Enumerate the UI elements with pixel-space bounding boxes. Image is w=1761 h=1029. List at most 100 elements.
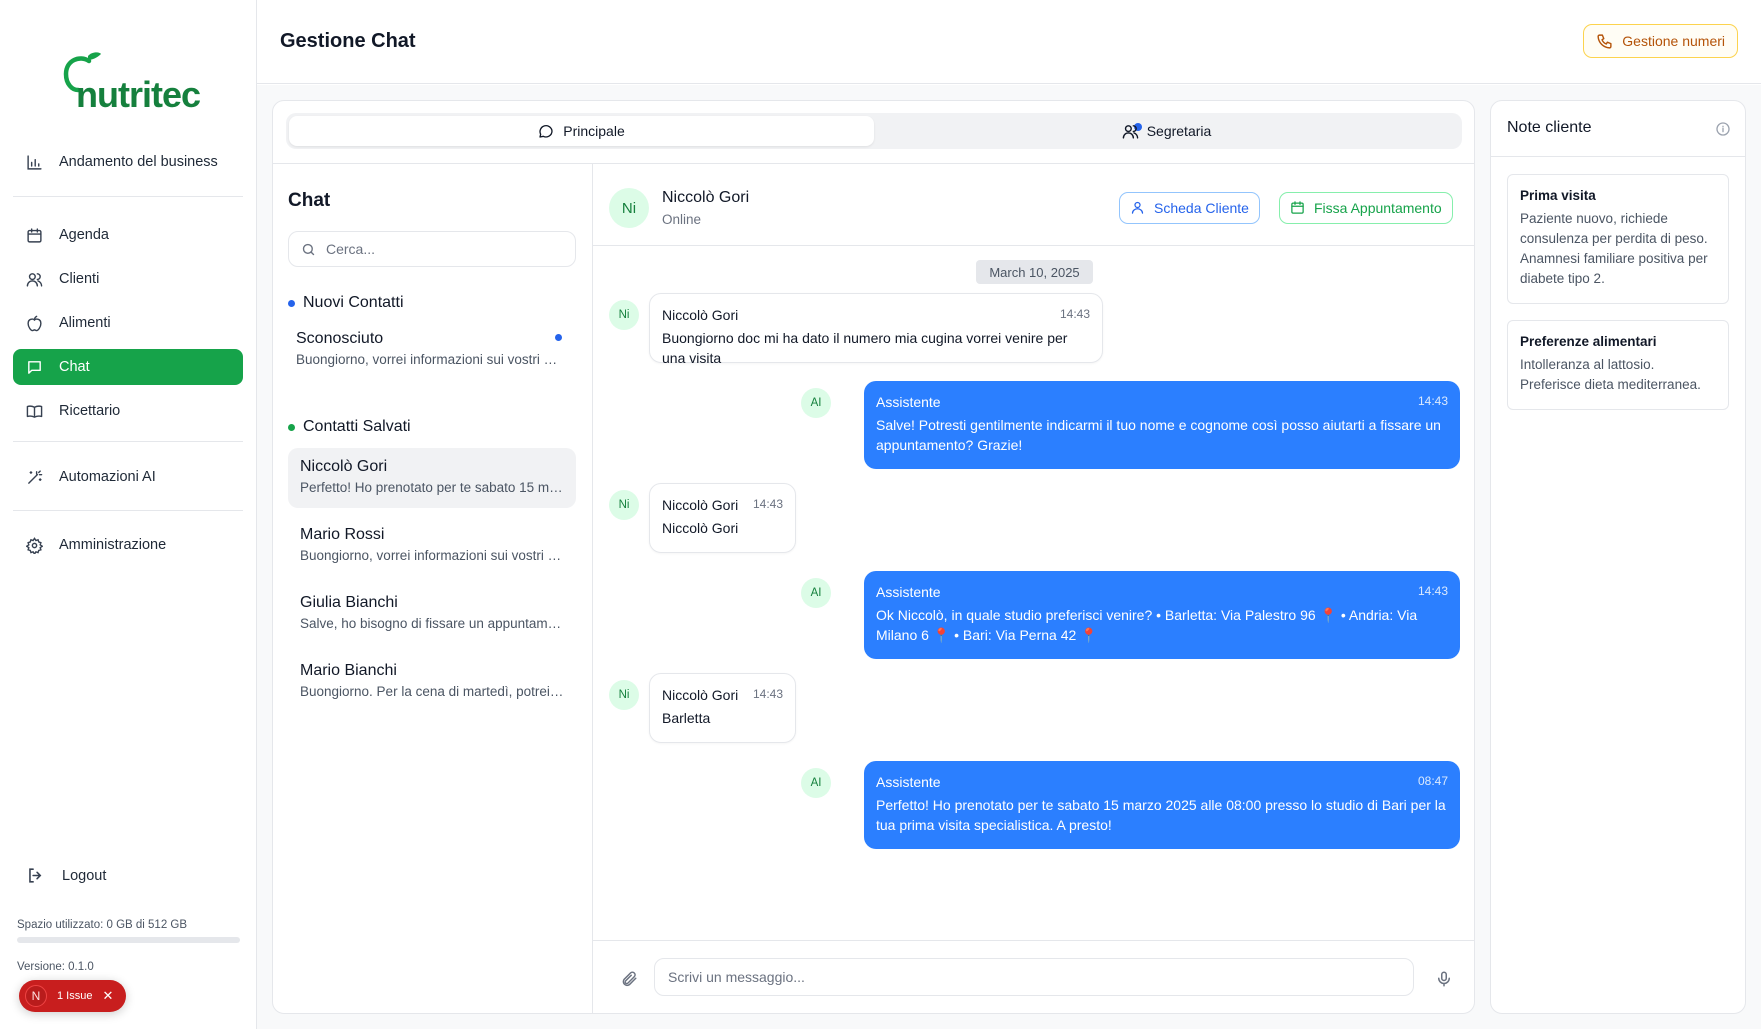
sidebar-item-label: Alimenti	[59, 315, 111, 331]
avatar: AI	[801, 578, 831, 608]
client-notes-panel: Note cliente Prima visita Paziente nuovo…	[1490, 100, 1746, 1014]
message-sender: Assistente	[876, 584, 941, 600]
book-appointment-button[interactable]: Fissa Appuntamento	[1279, 192, 1453, 224]
sidebar-item-business[interactable]: Andamento del business	[13, 144, 243, 180]
message-text: Perfetto! Ho prenotato per te sabato 15 …	[876, 797, 1446, 833]
chat-list-title: Chat	[288, 190, 331, 211]
date-separator: March 10, 2025	[976, 260, 1093, 284]
section-dot	[288, 423, 295, 431]
notes-title: Note cliente	[1507, 119, 1592, 136]
message-composer	[593, 940, 1474, 1013]
user-icon	[1130, 200, 1146, 216]
chat-panel: Principale Segretaria Chat Nuovi Con	[272, 100, 1475, 1014]
tab-label: Segretaria	[1146, 123, 1212, 139]
contact-preview: Buongiorno. Per la cena di martedì, potr…	[300, 684, 564, 699]
chat-list-pane: Chat Nuovi Contatti Sconosciuto Buongior…	[273, 163, 593, 1013]
sidebar-item-automazioni-ai[interactable]: Automazioni AI	[13, 459, 243, 495]
divider	[13, 510, 243, 511]
tab-label: Principale	[563, 123, 625, 139]
conversation-header: Ni Niccolò Gori Online Scheda Cliente Fi…	[593, 164, 1474, 246]
issue-badge[interactable]: N 1 Issue ✕	[19, 980, 126, 1012]
note-body: Paziente nuovo, richiede consulenza per …	[1520, 211, 1708, 286]
message-bubble: Assistente 14:43 Salve! Potresti gentilm…	[864, 381, 1460, 469]
message-icon	[25, 358, 43, 376]
message-sender: Niccolò Gori	[662, 307, 739, 323]
logout-button[interactable]: Logout	[26, 866, 106, 886]
contact-item[interactable]: Niccolò Gori Perfetto! Ho prenotato per …	[288, 448, 576, 508]
conversation-pane: Ni Niccolò Gori Online Scheda Cliente Fi…	[593, 163, 1474, 1013]
avatar: AI	[801, 388, 831, 418]
sidebar-item-label: Clienti	[59, 271, 100, 287]
contact-item[interactable]: Mario Bianchi Buongiorno. Per la cena di…	[288, 652, 576, 712]
client-card-button[interactable]: Scheda Cliente	[1119, 192, 1260, 224]
issue-label: 1 Issue	[57, 990, 93, 1002]
issue-avatar: N	[25, 985, 47, 1007]
sidebar-item-agenda[interactable]: Agenda	[13, 217, 243, 253]
message-bubble: Niccolò Gori 14:43 Barletta	[649, 673, 796, 743]
contact-item[interactable]: Mario Rossi Buongiorno, vorrei informazi…	[288, 516, 576, 576]
note-card: Preferenze alimentari Intolleranza al la…	[1507, 320, 1729, 410]
manage-numbers-button[interactable]: Gestione numeri	[1583, 24, 1738, 58]
contact-name: Giulia Bianchi	[300, 594, 398, 611]
contact-item[interactable]: Sconosciuto Buongiorno, vorrei informazi…	[284, 320, 572, 380]
contact-name: Mario Rossi	[300, 526, 385, 543]
message-list: March 10, 2025 Ni Niccolò Gori 14:43 Buo…	[593, 246, 1474, 940]
divider	[13, 196, 243, 197]
sidebar-item-ricettario[interactable]: Ricettario	[13, 393, 243, 429]
sidebar-item-clienti[interactable]: Clienti	[13, 261, 243, 297]
search-box[interactable]	[288, 231, 576, 267]
section-title: Contatti Salvati	[303, 418, 411, 435]
tab-principale[interactable]: Principale	[289, 116, 874, 146]
logout-label: Logout	[62, 868, 107, 884]
section-dot	[288, 299, 295, 307]
avatar: Ni	[609, 680, 639, 710]
contact-name: Mario Bianchi	[300, 662, 397, 679]
note-body: Intolleranza al lattosio. Preferisce die…	[1520, 357, 1701, 392]
sidebar: nutritec Andamento del business Agenda C…	[0, 0, 257, 1029]
microphone-icon[interactable]	[1435, 970, 1453, 988]
search-input[interactable]	[326, 241, 556, 257]
info-icon[interactable]	[1715, 121, 1731, 137]
client-card-label: Scheda Cliente	[1154, 200, 1249, 216]
sidebar-item-chat[interactable]: Chat	[13, 349, 243, 385]
calendar-icon	[25, 226, 43, 244]
contact-name: Sconosciuto	[296, 330, 384, 347]
message-time: 14:43	[1059, 307, 1090, 321]
message-text: Niccolò Gori	[662, 520, 739, 536]
note-title: Prima visita	[1520, 188, 1596, 203]
message-bubble: Assistente 14:43 Ok Niccolò, in quale st…	[864, 571, 1460, 659]
avatar: Ni	[609, 490, 639, 520]
sidebar-item-label: Amministrazione	[59, 537, 167, 553]
message-text: Buongiorno doc mi ha dato il numero mia …	[662, 330, 1068, 366]
note-card: Prima visita Paziente nuovo, richiede co…	[1507, 174, 1729, 304]
sidebar-item-label: Agenda	[59, 227, 109, 243]
message-input-box[interactable]	[654, 958, 1414, 996]
message-time: 14:43	[1417, 584, 1448, 598]
sidebar-item-label: Ricettario	[59, 403, 121, 419]
paperclip-icon[interactable]	[620, 970, 638, 988]
sidebar-item-amministrazione[interactable]: Amministrazione	[13, 527, 243, 563]
sidebar-item-alimenti[interactable]: Alimenti	[13, 305, 243, 341]
tab-segretaria[interactable]: Segretaria	[874, 116, 1459, 146]
message-circle-icon	[538, 123, 555, 140]
tab-bar: Principale Segretaria	[286, 113, 1462, 149]
unread-dot	[555, 334, 562, 341]
conversation-status: Online	[662, 212, 702, 227]
magic-wand-icon	[25, 468, 43, 486]
notes-header: Note cliente	[1491, 101, 1745, 157]
message-input[interactable]	[668, 969, 1388, 985]
storage-progress-bar	[17, 937, 240, 943]
users-icon	[25, 270, 43, 288]
app-window: nutritec Andamento del business Agenda C…	[0, 0, 1761, 1029]
avatar: AI	[801, 768, 831, 798]
calendar-icon	[1290, 200, 1306, 216]
page-header: Gestione Chat Gestione numeri	[257, 0, 1761, 84]
gear-icon	[25, 536, 43, 554]
contact-item[interactable]: Giulia Bianchi Salve, ho bisogno di fiss…	[288, 584, 576, 644]
book-appointment-label: Fissa Appuntamento	[1314, 200, 1442, 216]
message-text: Barletta	[662, 710, 711, 726]
brand-logo[interactable]: nutritec	[62, 52, 212, 118]
close-icon[interactable]: ✕	[102, 988, 113, 1004]
conversation-name: Niccolò Gori	[662, 189, 750, 206]
message-sender: Assistente	[876, 774, 941, 790]
